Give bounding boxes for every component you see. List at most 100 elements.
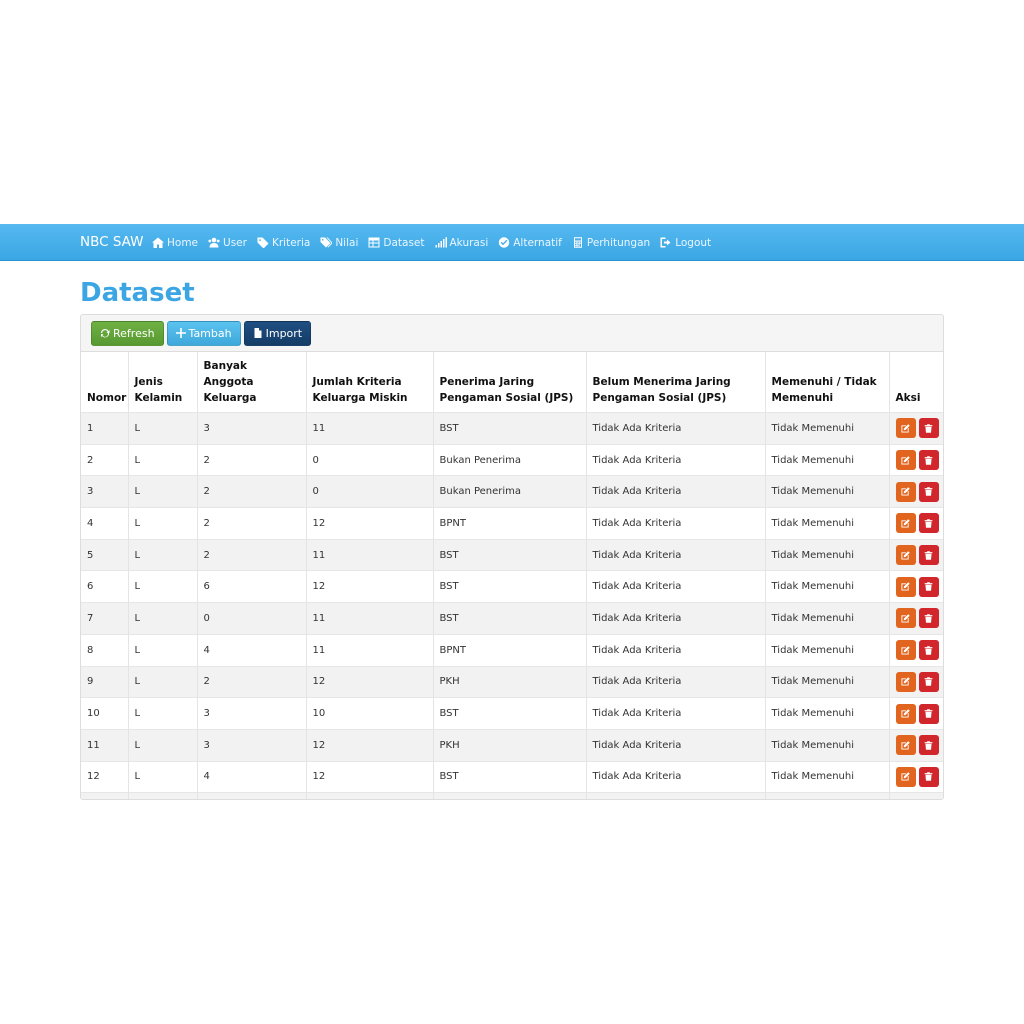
cell-jumlah-kriteria: 12 — [305, 665, 433, 698]
nav-item-home[interactable]: Home — [152, 237, 198, 249]
edit-icon — [901, 424, 910, 433]
tambah-button[interactable]: Tambah — [166, 320, 241, 346]
cell-penerima-jps: Bukan Penerima — [432, 792, 586, 799]
cell-aksi — [888, 412, 943, 445]
delete-button[interactable] — [918, 608, 939, 629]
dataset-table: Nomor Jenis Kelamin Banyak Anggota Kelua… — [81, 352, 943, 799]
table-row: 3 L 2 0 Bukan Penerima Tidak Ada Kriteria Tida… — [81, 475, 943, 508]
edit-icon — [901, 455, 910, 465]
cell-jumlah-kriteria: 0 — [305, 443, 433, 476]
cell-jenis-kelamin: L — [127, 412, 197, 445]
refresh-button[interactable]: Refresh — [91, 320, 164, 346]
table-header-row: Nomor Jenis Kelamin Banyak Anggota Kelua… — [81, 352, 943, 413]
cell-belum-menerima-jps: Tidak Ada Kriteria — [585, 665, 765, 698]
toolbar: Refresh Tambah Import — [81, 315, 943, 352]
nav-item-label: Akurasi — [449, 236, 489, 249]
cell-memenuhi: Tidak Memenuhi — [764, 728, 889, 762]
delete-button[interactable] — [918, 513, 939, 534]
nav-item-perhitungan[interactable]: Perhitungan — [572, 237, 650, 249]
cell-penerima-jps: BST — [432, 538, 586, 571]
table-row: 10 L 3 10 BST Tidak Ada Kriteria Tidak Memenuh… — [81, 697, 943, 730]
delete-button[interactable] — [918, 671, 939, 692]
delete-button[interactable] — [918, 640, 939, 661]
trash-icon — [925, 455, 933, 465]
cell-penerima-jps: PKH — [432, 728, 586, 762]
cell-jumlah-kriteria: 11 — [305, 633, 433, 666]
nav-item-label: Nilai — [335, 236, 359, 249]
edit-button[interactable] — [895, 608, 916, 629]
cell-jenis-kelamin: L — [127, 728, 197, 762]
edit-button[interactable] — [895, 481, 916, 502]
cell-aksi — [888, 538, 943, 571]
cell-aksi — [888, 665, 943, 698]
delete-button[interactable] — [918, 450, 939, 471]
edit-button[interactable] — [895, 545, 916, 566]
header-jenis-kelamin: Jenis Kelamin — [127, 352, 197, 413]
delete-button[interactable] — [918, 735, 939, 756]
edit-button[interactable] — [895, 513, 916, 534]
brand-link[interactable]: NBC SAW — [80, 234, 144, 250]
table-icon — [368, 237, 380, 248]
cell-jenis-kelamin: L — [127, 538, 197, 571]
cell-nomor: 2 — [81, 443, 128, 476]
delete-button[interactable] — [918, 798, 939, 799]
row-actions — [895, 418, 939, 439]
tambah-label: Tambah — [188, 326, 232, 340]
delete-button[interactable] — [918, 545, 939, 566]
edit-icon — [901, 677, 910, 686]
edit-button[interactable] — [895, 418, 916, 439]
header-aksi: Aksi — [888, 352, 943, 413]
edit-button[interactable] — [895, 640, 916, 661]
cell-jenis-kelamin: L — [127, 792, 197, 799]
cell-belum-menerima-jps: Tidak Ada Kriteria — [585, 602, 765, 635]
header-banyak-anggota: Banyak Anggota Keluarga — [196, 352, 306, 413]
cell-jenis-kelamin: L — [127, 443, 197, 476]
nav-item-nilai[interactable]: Nilai — [320, 237, 358, 249]
cell-aksi — [888, 728, 943, 762]
cell-nomor: 6 — [81, 570, 128, 603]
delete-button[interactable] — [918, 576, 939, 597]
delete-button[interactable] — [918, 418, 939, 439]
cell-jumlah-kriteria: 12 — [305, 507, 433, 540]
signal-icon — [435, 237, 447, 248]
nav-item-user[interactable]: User — [208, 237, 247, 249]
edit-button[interactable] — [895, 798, 916, 799]
cell-jenis-kelamin: L — [127, 570, 197, 603]
table-row: 11 L 3 12 PKH Tidak Ada Kriteria Tidak Memenuh… — [81, 728, 943, 762]
edit-icon — [901, 519, 910, 528]
edit-button[interactable] — [895, 735, 916, 756]
cell-belum-menerima-jps: Tidak Ada Kriteria — [585, 475, 765, 508]
table-row: 9 L 2 12 PKH Tidak Ada Kriteria Tidak Memenuhi — [81, 665, 943, 698]
cell-memenuhi: Tidak Memenuhi — [764, 570, 889, 603]
cell-nomor: 1 — [81, 412, 128, 445]
edit-button[interactable] — [895, 450, 916, 471]
cell-nomor: 9 — [81, 665, 128, 698]
nav-item-akurasi[interactable]: Akurasi — [435, 236, 489, 249]
cell-memenuhi: Tidak Memenuhi — [764, 760, 889, 793]
cell-belum-menerima-jps: Tidak Ada Kriteria — [585, 728, 765, 762]
nav-item-logout[interactable]: Logout — [660, 237, 711, 249]
edit-button[interactable] — [895, 766, 916, 787]
edit-button[interactable] — [895, 671, 916, 692]
nav-item-alternatif[interactable]: Alternatif — [498, 237, 562, 249]
cell-memenuhi: Tidak Memenuhi — [764, 633, 889, 666]
cell-aksi — [888, 475, 943, 508]
nav-item-dataset[interactable]: Dataset — [368, 237, 425, 249]
trash-icon — [925, 550, 933, 560]
delete-button[interactable] — [918, 703, 939, 724]
row-actions — [895, 640, 939, 661]
edit-icon — [901, 487, 910, 496]
cell-penerima-jps: BPNT — [432, 633, 586, 666]
import-button[interactable]: Import — [243, 320, 312, 346]
edit-button[interactable] — [895, 576, 916, 597]
edit-button[interactable] — [895, 703, 916, 724]
nav-item-kriteria[interactable]: Kriteria — [257, 237, 310, 249]
row-actions — [895, 513, 939, 534]
delete-button[interactable] — [918, 766, 939, 787]
trash-icon — [925, 614, 933, 623]
nav-menu: Home User Kriteria Nilai Dataset Akurasi Alter… — [152, 224, 721, 261]
cell-memenuhi: Tidak Memenuhi — [764, 475, 889, 508]
cell-banyak-anggota: 2 — [196, 475, 306, 508]
delete-button[interactable] — [918, 481, 939, 502]
header-belum-menerima-jps: Belum Menerima Jaring Pengaman Sosial (J… — [585, 352, 765, 413]
